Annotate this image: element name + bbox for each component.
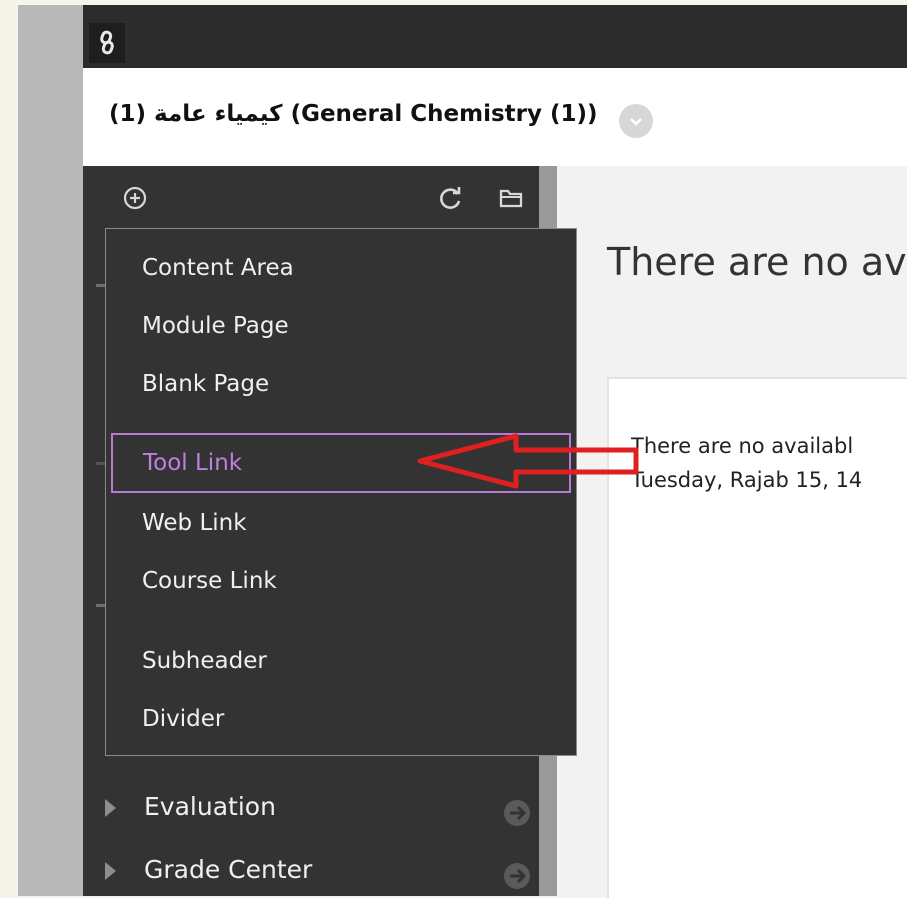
menu-item-web-link[interactable]: Web Link: [142, 510, 247, 536]
page-margin: [0, 0, 18, 896]
panel-line-2: Tuesday, Rajab 15, 14: [631, 468, 863, 492]
sidebar-item-label: Evaluation: [144, 792, 276, 821]
page-heading: There are no av: [607, 240, 907, 284]
menu-item-divider[interactable]: Divider: [142, 706, 224, 732]
expand-triangle-icon[interactable]: [105, 799, 116, 817]
course-header: (1) كيمياء عامة (General Chemistry (1)): [83, 68, 907, 166]
annotation-arrow: [417, 433, 639, 489]
top-navigation-bar: [83, 5, 907, 68]
arrow-right-circle-icon[interactable]: [500, 859, 534, 893]
plus-circle-icon[interactable]: [121, 184, 149, 212]
folder-icon[interactable]: [497, 184, 525, 212]
menu-item-module-page[interactable]: Module Page: [142, 313, 289, 339]
chevron-down-icon[interactable]: [619, 104, 653, 138]
menu-item-course-link[interactable]: Course Link: [142, 568, 277, 594]
arrow-right-circle-icon[interactable]: [500, 796, 534, 830]
sidebar-item-label: Grade Center: [144, 855, 313, 884]
panel-message: There are no availabl Tuesday, Rajab 15,…: [631, 429, 862, 497]
refresh-icon[interactable]: [437, 184, 465, 212]
link-icon[interactable]: [89, 23, 125, 63]
sidebar-item-grade-center[interactable]: Grade Center: [105, 855, 312, 884]
expand-triangle-icon[interactable]: [105, 862, 116, 880]
course-title[interactable]: (1) كيمياء عامة (General Chemistry (1)): [109, 101, 598, 127]
main-content: There are no av There are no availabl Tu…: [557, 166, 907, 898]
sidebar-item-evaluation[interactable]: Evaluation: [105, 792, 276, 821]
content-panel: There are no availabl Tuesday, Rajab 15,…: [607, 377, 907, 898]
add-menu-item-dropdown: Content Area Module Page Blank Page Tool…: [105, 228, 577, 756]
menu-item-blank-page[interactable]: Blank Page: [142, 371, 269, 397]
menu-item-subheader[interactable]: Subheader: [142, 648, 267, 674]
menu-item-content-area[interactable]: Content Area: [142, 255, 294, 281]
panel-line-1: There are no availabl: [631, 434, 854, 458]
left-gray-strip: [18, 5, 83, 896]
